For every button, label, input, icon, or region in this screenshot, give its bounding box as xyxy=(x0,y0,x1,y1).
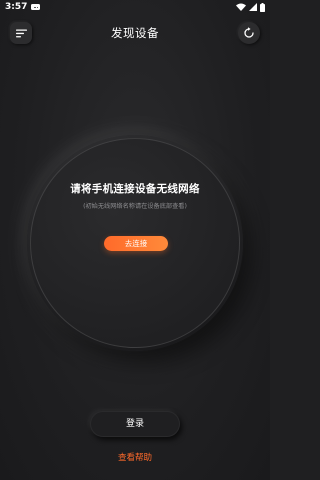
page-title: 发现设备 xyxy=(111,26,159,40)
help-link[interactable]: 查看帮助 xyxy=(0,451,270,463)
connect-prompt-note: (初始无线网络名称请在设备底部查看) xyxy=(83,203,187,210)
discover-device-screen: 3:57 发现设备 请将手机连接设备无线网络 (初始无线网络名称请在设备底部查看… xyxy=(0,0,270,480)
cellular-signal-icon xyxy=(249,3,257,11)
refresh-icon xyxy=(244,27,254,38)
circle-ring: 请将手机连接设备无线网络 (初始无线网络名称请在设备底部查看) 去连接 xyxy=(30,138,240,348)
status-icons xyxy=(236,2,265,12)
login-button[interactable]: 登录 xyxy=(90,411,180,437)
connect-prompt-title: 请将手机连接设备无线网络 xyxy=(70,183,200,195)
status-bar: 3:57 xyxy=(0,0,270,14)
refresh-button[interactable] xyxy=(238,22,260,44)
go-connect-button[interactable]: 去连接 xyxy=(104,236,168,251)
status-time: 3:57 xyxy=(5,2,28,12)
header: 发现设备 xyxy=(0,18,270,48)
notification-icon xyxy=(31,4,41,10)
battery-icon xyxy=(260,2,265,12)
wifi-prompt-circle: 请将手机连接设备无线网络 (初始无线网络名称请在设备底部查看) 去连接 xyxy=(27,135,243,351)
wifi-icon xyxy=(236,3,246,11)
